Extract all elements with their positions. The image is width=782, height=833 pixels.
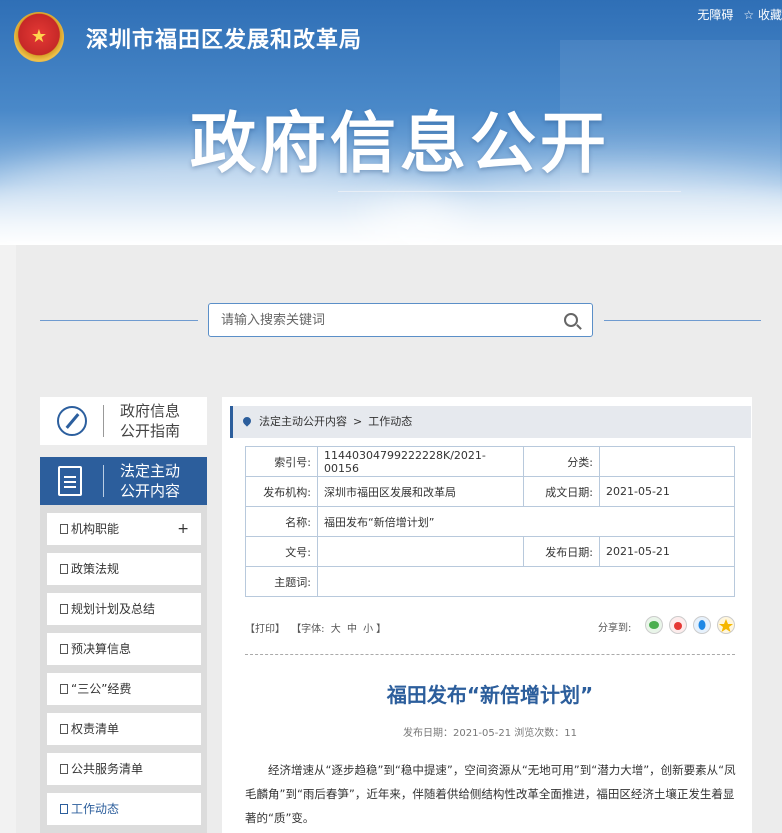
- table-row: 发布机构: 深圳市福田区发展和改革局 成文日期: 2021-05-21: [245, 476, 735, 507]
- sidebar-guide[interactable]: 政府信息 公开指南: [40, 397, 207, 445]
- sidebar-item-budget[interactable]: 预决算信息: [47, 633, 201, 665]
- breadcrumb-level1[interactable]: 法定主动公开内容: [259, 415, 347, 428]
- search-divider-right: [604, 320, 761, 321]
- sidebar-item-label: “三公”经费: [71, 682, 132, 696]
- file-icon: [60, 604, 68, 614]
- table-row: 索引号: 11440304799222228K/2021-00156 分类:: [245, 446, 735, 477]
- font-big-button[interactable]: 大: [331, 624, 341, 635]
- sidebar-item-label: 机构职能: [71, 522, 120, 536]
- agency-name[interactable]: 深圳市福田区发展和改革局: [86, 22, 362, 54]
- org-label: 发布机构:: [245, 476, 318, 507]
- article-title: 福田发布“新倍增计划”: [386, 683, 594, 707]
- created-value: 2021-05-21: [599, 476, 735, 507]
- favorite-link[interactable]: ☆ 收藏: [743, 6, 782, 23]
- sidebar-item-work-news[interactable]: 工作动态: [47, 793, 201, 825]
- sidebar-subnav: 机构职能 + 政策法规 规划计划及总结 预决算信息 “三公”经费 权责清单 公共…: [40, 505, 207, 833]
- print-button[interactable]: 【打印】: [245, 624, 285, 635]
- file-icon: [60, 524, 68, 534]
- font-size-suffix: 】: [376, 624, 387, 635]
- page-title: 政府信息公开: [190, 105, 610, 182]
- file-icon: [60, 724, 68, 734]
- sidebar-item-label: 预决算信息: [71, 642, 132, 656]
- sidebar-item-label: 政策法规: [71, 562, 120, 576]
- sidebar-item-label: 权责清单: [71, 722, 120, 736]
- search-icon[interactable]: [564, 313, 578, 327]
- search-divider-left: [40, 320, 198, 321]
- search-box: [208, 303, 593, 337]
- sidebar-item-label: 规划计划及总结: [71, 602, 156, 616]
- file-icon: [60, 684, 68, 694]
- divider: [245, 654, 735, 655]
- guide-label-line1: 政府信息: [120, 402, 181, 420]
- pubdate-label: 发布日期:: [523, 536, 600, 567]
- divider: [103, 465, 104, 497]
- font-small-button[interactable]: 小: [363, 624, 373, 635]
- weibo-share-icon[interactable]: [669, 616, 687, 634]
- index-value: 11440304799222228K/2021-00156: [317, 446, 524, 477]
- sidebar-item-three-public[interactable]: “三公”经费: [47, 673, 201, 705]
- location-pin-icon: [241, 415, 253, 427]
- created-label: 成文日期:: [523, 476, 600, 507]
- file-icon: [60, 804, 68, 814]
- compass-icon: [57, 406, 87, 436]
- category-label: 分类:: [523, 446, 600, 477]
- sidebar-active-category[interactable]: 法定主动 公开内容: [40, 457, 207, 505]
- file-icon: [60, 644, 68, 654]
- subject-label: 主题词:: [245, 566, 318, 597]
- qzone-share-icon[interactable]: [717, 616, 735, 634]
- org-value: 深圳市福田区发展和改革局: [317, 476, 524, 507]
- top-links: 无障碍 ☆ 收藏: [697, 6, 782, 23]
- accessibility-link[interactable]: 无障碍: [697, 6, 733, 23]
- name-value: 福田发布“新倍增计划”: [317, 506, 735, 537]
- article-pubinfo: 发布日期：2021-05-21 浏览次数：11: [402, 728, 578, 739]
- document-meta-table: 索引号: 11440304799222228K/2021-00156 分类: 发…: [245, 446, 735, 597]
- title-underline: [338, 191, 681, 192]
- subject-value: [317, 566, 735, 597]
- guide-label: 政府信息 公开指南: [120, 401, 180, 441]
- sidebar-item-functions[interactable]: 机构职能 +: [47, 513, 201, 545]
- index-label: 索引号:: [245, 446, 318, 477]
- sidebar-item-powers[interactable]: 权责清单: [47, 713, 201, 745]
- national-emblem-icon: ★: [14, 12, 64, 62]
- table-row: 名称: 福田发布“新倍增计划”: [245, 506, 735, 537]
- breadcrumb-separator: >: [353, 415, 363, 428]
- wechat-share-icon[interactable]: [645, 616, 663, 634]
- docno-value: [317, 536, 524, 567]
- sidebar-item-policies[interactable]: 政策法规: [47, 553, 201, 585]
- document-icon: [58, 466, 82, 496]
- sidebar-item-label: 工作动态: [71, 802, 120, 816]
- table-row: 主题词:: [245, 566, 735, 597]
- sidebar-item-plans[interactable]: 规划计划及总结: [47, 593, 201, 625]
- article-body: 经济增速从“逐步趋稳”到“稳中提速”，空间资源从“无地可用”到“潜力大增”，创新…: [245, 763, 736, 825]
- qq-share-icon[interactable]: [693, 616, 711, 634]
- active-category-label: 法定主动 公开内容: [120, 461, 180, 501]
- file-icon: [60, 764, 68, 774]
- font-mid-button[interactable]: 中: [347, 624, 357, 635]
- pubdate-value: 2021-05-21: [599, 536, 735, 567]
- share-label: 分享到:: [598, 623, 632, 634]
- name-label: 名称:: [245, 506, 318, 537]
- article-tools: 【打印】 【字体: 大 中 小】: [245, 620, 389, 635]
- divider: [103, 405, 104, 437]
- guide-label-line2: 公开指南: [120, 422, 181, 440]
- breadcrumb: 法定主动公开内容 > 工作动态: [230, 406, 751, 438]
- font-size-prefix: 【字体:: [291, 624, 325, 635]
- active-label-line1: 法定主动: [120, 462, 181, 480]
- sidebar-item-label: 公共服务清单: [71, 762, 144, 776]
- category-value: [599, 446, 735, 477]
- expand-plus-icon[interactable]: +: [177, 513, 189, 545]
- search-input[interactable]: [209, 304, 539, 336]
- table-row: 文号: 发布日期: 2021-05-21: [245, 536, 735, 567]
- file-icon: [60, 564, 68, 574]
- docno-label: 文号:: [245, 536, 318, 567]
- active-label-line2: 公开内容: [120, 482, 181, 500]
- breadcrumb-level2[interactable]: 工作动态: [368, 415, 412, 428]
- sidebar-item-services[interactable]: 公共服务清单: [47, 753, 201, 785]
